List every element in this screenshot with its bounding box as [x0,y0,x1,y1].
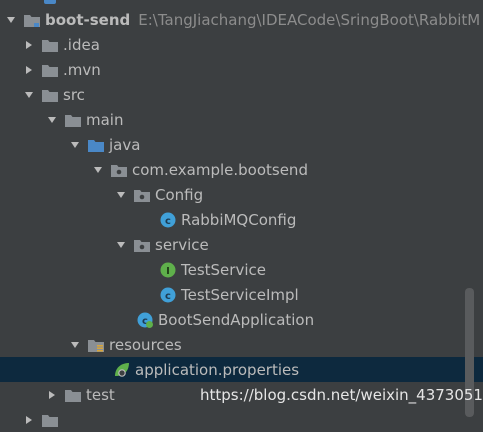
package-icon [110,157,128,182]
folder-icon [64,382,82,407]
folder-icon [41,32,59,57]
chevron-down-icon[interactable] [90,157,106,182]
tree-row-testserviceimpl[interactable]: c TestServiceImpl [0,282,483,307]
file-label: application.properties [135,360,300,379]
package-icon [133,232,151,257]
tree-row-bootsendapplication[interactable]: c BootSendApplication [0,307,483,332]
package-icon [133,182,151,207]
file-label: RabbiMQConfig [181,210,297,229]
chevron-right-icon [21,407,37,432]
chevron-down-icon[interactable] [21,82,37,107]
folder-icon [41,407,59,432]
svg-text:I: I [166,266,170,277]
source-folder-icon [87,132,105,157]
tree-row-rabbimqconfig[interactable]: c RabbiMQConfig [0,207,483,232]
file-label: TestServiceImpl [181,285,299,304]
spring-boot-class-icon: c [136,307,154,332]
spring-properties-icon [113,357,131,382]
class-icon: c [159,282,177,307]
tree-row-java[interactable]: java [0,132,483,157]
tree-row-main[interactable]: main [0,107,483,132]
resources-folder-icon [87,332,105,357]
watermark-text: https://blog.csdn.net/weixin_43730516 [200,386,483,404]
package-label: com.example.bootsend [132,160,308,179]
chevron-down-icon[interactable] [3,7,19,32]
chevron-down-icon[interactable] [113,232,129,257]
chevron-down-icon[interactable] [113,182,129,207]
project-path: E:\TangJiachang\IDEACode\SringBoot\Rabbi… [138,10,481,29]
folder-label: resources [109,335,182,354]
module-folder-icon [23,7,41,32]
tree-row-mvn[interactable]: .mvn [0,57,483,82]
chevron-down-icon[interactable] [44,107,60,132]
file-label: TestService [181,260,266,279]
tree-row-resources[interactable]: resources [0,332,483,357]
chevron-right-icon[interactable] [21,57,37,82]
tree-row-boot-send[interactable]: boot-send E:\TangJiachang\IDEACode\Sring… [0,7,483,32]
top-strip [0,0,483,5]
class-icon: c [159,207,177,232]
project-name: boot-send [45,10,131,29]
tree-row-application-properties[interactable]: application.properties [0,357,483,382]
file-label: BootSendApplication [158,310,315,329]
folder-icon [41,82,59,107]
folder-label: test [86,385,115,404]
svg-text:c: c [165,216,171,227]
tree-row-config[interactable]: Config [0,182,483,207]
folder-label: java [109,135,141,154]
folder-icon [64,107,82,132]
module-badge-icon [44,0,56,4]
svg-text:c: c [165,291,171,302]
tree-row-testservice[interactable]: I TestService [0,257,483,282]
folder-label: .idea [63,35,100,54]
folder-icon [41,57,59,82]
folder-label: src [63,85,85,104]
chevron-down-icon[interactable] [67,132,83,157]
tree-row-partial [0,407,483,432]
chevron-right-icon[interactable] [44,382,60,407]
interface-icon: I [159,257,177,282]
package-label: service [155,235,209,254]
tree-row-service[interactable]: service [0,232,483,257]
tree-row-src[interactable]: src [0,82,483,107]
folder-label: main [86,110,124,129]
tree-row-idea[interactable]: .idea [0,32,483,57]
folder-label: .mvn [63,60,101,79]
chevron-right-icon[interactable] [21,32,37,57]
package-label: Config [155,185,204,204]
tree-row-package[interactable]: com.example.bootsend [0,157,483,182]
chevron-down-icon[interactable] [67,332,83,357]
